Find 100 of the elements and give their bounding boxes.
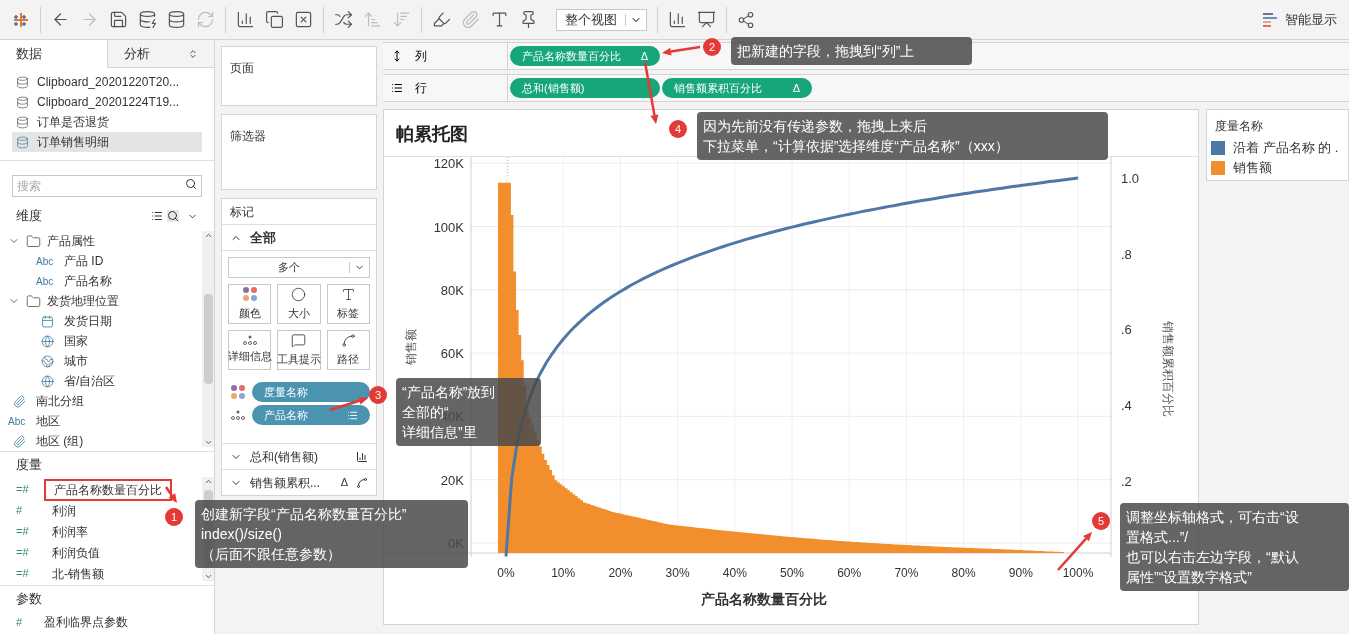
axis-tick-label: 30% [665, 566, 690, 580]
text-type-icon: Abc [36, 253, 58, 269]
field-item[interactable]: 地区 (组) [36, 432, 84, 450]
rows-icon [391, 82, 403, 94]
field-item[interactable]: 北-销售额 [44, 564, 112, 583]
globe-icon [40, 334, 54, 348]
logo-icon[interactable] [12, 10, 30, 29]
data-source-item[interactable]: 订单销售明细 [12, 132, 202, 152]
color-dots-icon [241, 286, 258, 303]
mark-property-button[interactable]: 大小 [277, 284, 321, 324]
axis-tick-label: .4 [1121, 398, 1132, 414]
path-icon [340, 332, 356, 348]
show-me-button[interactable]: 智能显示 [1263, 9, 1337, 30]
axis-tick-label: 60K [440, 346, 464, 362]
delta-icon: Δ [640, 47, 648, 65]
search-field[interactable]: 搜索 [12, 175, 202, 197]
scroll-down-icon[interactable] [203, 438, 213, 447]
scroll-up-icon[interactable] [203, 231, 213, 240]
axis-title: 产品名称数量百分比 [701, 591, 827, 607]
measure-type-icon: # [16, 613, 32, 631]
callout-text: 详细信息”里 [402, 423, 477, 442]
detail-dots-icon [230, 410, 246, 420]
marks-section-title[interactable]: 销售额累积... [250, 473, 333, 492]
callout-text: “产品名称”放到 [402, 383, 496, 402]
scroll-down-icon[interactable] [203, 572, 213, 581]
text-label-icon [340, 286, 356, 302]
globe-icon [40, 354, 54, 368]
mark-property-button[interactable]: 标签 [326, 284, 370, 324]
data-source-item[interactable]: Clipboard_20201224T19... [12, 92, 202, 112]
presentation-icon[interactable] [697, 10, 716, 29]
axis-tick-label: 120K [433, 157, 464, 172]
data-source-item[interactable]: Clipboard_20201220T20... [12, 72, 202, 92]
bar-chart-icon [356, 450, 368, 463]
section-title: 参数 [16, 589, 42, 608]
callout-text: 置格式...”/ [1126, 528, 1189, 547]
axis-tick-label: 0% [497, 566, 515, 580]
tooltip-icon [291, 332, 307, 348]
save-icon[interactable] [109, 10, 128, 29]
highlighter-icon[interactable] [432, 10, 451, 29]
field-item[interactable]: 盈利临界点参数 [44, 613, 128, 631]
field-item[interactable]: 地区 [36, 412, 60, 430]
list-view-icon[interactable] [151, 210, 163, 222]
pointer-arrow [329, 396, 368, 412]
share-icon[interactable] [737, 10, 755, 29]
copy-icon[interactable] [265, 10, 284, 29]
circle-size-icon [291, 286, 307, 302]
mark-property-button[interactable]: 路径 [326, 330, 370, 370]
pointer-arrow [164, 486, 177, 503]
callout-text: 因为先前没有传递参数，拖拽上来后 [703, 117, 927, 136]
search-icon[interactable] [167, 210, 179, 222]
panel-tab[interactable]: 分析 [106, 40, 214, 68]
scroll-thumb[interactable] [203, 294, 213, 384]
mark-property-button[interactable]: 详细信息 [228, 330, 272, 370]
axis-tick-label: 60% [837, 566, 862, 580]
shelf-label: 列 [415, 48, 427, 65]
undo-icon[interactable] [51, 10, 70, 29]
text-label-icon[interactable] [490, 10, 509, 29]
paperclip-icon [12, 394, 26, 408]
mark-type-select[interactable]: 多个 [228, 257, 370, 278]
pin-icon[interactable] [519, 10, 538, 29]
field-item[interactable]: 发货日期 [64, 312, 112, 330]
axis-tick-label: 1.0 [1121, 171, 1140, 186]
database-icon [16, 115, 29, 129]
field-item[interactable]: 南北分组 [36, 392, 84, 410]
callout-text: 调整坐标轴格式，可右击“设 [1126, 508, 1299, 527]
field-item[interactable]: 省/自治区 [64, 372, 116, 390]
marks-section-title[interactable]: 总和(销售额) [250, 447, 348, 466]
axis-tick-label: .2 [1121, 473, 1132, 489]
axis-tick-label: .8 [1121, 246, 1132, 262]
measure-type-icon: =# [16, 481, 32, 498]
scrollbar[interactable] [202, 231, 214, 447]
field-item[interactable]: 城市 [64, 352, 88, 370]
callout-text: 属性”“设置数字格式” [1126, 568, 1252, 587]
sort-icon [347, 409, 358, 421]
swap-icon[interactable] [334, 10, 353, 29]
mark-property-button[interactable]: 工具提示 [277, 330, 321, 370]
field-item[interactable]: 产品名称 [64, 272, 112, 290]
axis-tick-label: 20% [608, 566, 633, 580]
field-item[interactable]: 产品 ID [64, 252, 104, 270]
callout-text: index()/size() [201, 525, 282, 544]
axis-tick-label: 100% [1062, 566, 1094, 580]
field-item[interactable]: 利润负值 [44, 543, 108, 562]
scroll-up-icon[interactable] [203, 477, 213, 486]
field-item[interactable]: 利润率 [44, 522, 96, 541]
mark-property-button[interactable]: 颜色 [228, 284, 272, 324]
field-item[interactable]: 利润 [44, 501, 84, 520]
axis-tick-label: 10% [551, 566, 576, 580]
chart-title: 帕累托图 [396, 121, 468, 146]
pointer-arrow [643, 61, 659, 124]
data-source-item[interactable]: 订单是否退货 [12, 112, 202, 132]
field-item[interactable]: 国家 [64, 332, 88, 350]
section-title: 度量 [16, 455, 42, 474]
line-chart-icon [356, 476, 368, 489]
field-item[interactable]: 发货地理位置 [47, 292, 119, 310]
database-icon[interactable] [167, 10, 186, 29]
field-item[interactable]: 产品属性 [47, 232, 95, 250]
delta-icon: Δ [792, 79, 800, 97]
view-select[interactable]: 整个视图 [556, 8, 647, 31]
chart-type-icon[interactable] [668, 10, 687, 29]
field-item[interactable]: 产品名称数量百分比 [44, 478, 172, 501]
